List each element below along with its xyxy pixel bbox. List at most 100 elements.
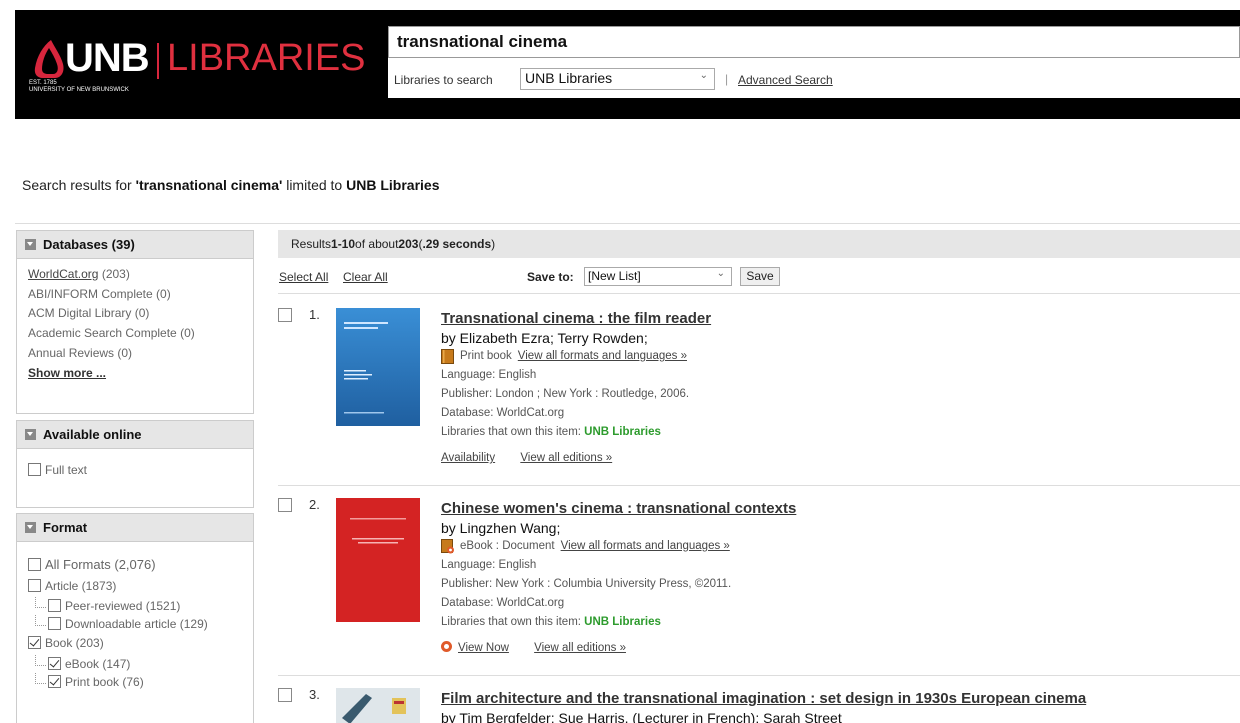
summary-query: 'transnational cinema' bbox=[135, 177, 283, 193]
chevron-down-icon: ⌄ bbox=[716, 268, 725, 279]
book-cover-image[interactable] bbox=[336, 308, 420, 426]
unb-libraries-logo[interactable]: UNB LIBRARIES EST. 1785 UNIVERSITY OF NE… bbox=[29, 36, 366, 98]
facet-format: Format All Formats (2,076) Article (1873… bbox=[16, 513, 254, 723]
results-count-bar: Results 1-10 of about 203 (.29 seconds) bbox=[278, 230, 1240, 258]
site-header: UNB LIBRARIES EST. 1785 UNIVERSITY OF NE… bbox=[15, 10, 1240, 119]
search-options: Libraries to search UNB Libraries ⌄ | Ad… bbox=[388, 58, 1240, 98]
print-book-icon bbox=[441, 349, 454, 364]
result-title-link[interactable]: Film architecture and the transnational … bbox=[441, 690, 1086, 707]
result-number: 3. bbox=[309, 687, 320, 702]
result-language: Language: English bbox=[441, 559, 537, 571]
collapse-icon bbox=[25, 429, 36, 440]
result-title-link[interactable]: Chinese women's cinema : transnational c… bbox=[441, 500, 796, 517]
save-list-select[interactable]: [New List] ⌄ bbox=[584, 267, 732, 286]
facet-item-annual-reviews[interactable]: Annual Reviews (0) bbox=[28, 344, 253, 364]
results-close: ) bbox=[491, 237, 496, 251]
format-downloadable[interactable]: Downloadable article (129) bbox=[28, 615, 253, 633]
collapse-icon bbox=[25, 522, 36, 533]
facet-available-online-header[interactable]: Available online bbox=[17, 421, 253, 449]
result-format-label: Print book bbox=[460, 350, 512, 362]
holdings-value[interactable]: UNB Libraries bbox=[584, 616, 661, 628]
logo-tagline: EST. 1785 UNIVERSITY OF NEW BRUNSWICK bbox=[29, 80, 129, 94]
holdings-value[interactable]: UNB Libraries bbox=[584, 426, 661, 438]
save-button[interactable]: Save bbox=[740, 267, 780, 286]
format-ebook-checkbox[interactable] bbox=[48, 656, 61, 670]
summary-scope: UNB Libraries bbox=[346, 177, 440, 193]
result-details: Film architecture and the transnational … bbox=[441, 689, 1086, 723]
view-formats-link[interactable]: View all formats and languages » bbox=[561, 537, 730, 556]
advanced-search-link[interactable]: Advanced Search bbox=[738, 73, 833, 87]
format-peer-reviewed[interactable]: Peer-reviewed (1521) bbox=[28, 597, 253, 615]
result-title-link[interactable]: Transnational cinema : the film reader bbox=[441, 310, 711, 327]
format-book[interactable]: Book (203) bbox=[28, 633, 253, 655]
book-cover-image[interactable] bbox=[336, 688, 420, 723]
format-all-checkbox[interactable] bbox=[28, 558, 41, 571]
result-details: Transnational cinema : the film reader b… bbox=[441, 309, 711, 468]
format-peer-reviewed-checkbox[interactable] bbox=[48, 599, 61, 612]
view-editions-link[interactable]: View all editions » bbox=[534, 642, 626, 654]
format-all[interactable]: All Formats (2,076) bbox=[28, 554, 253, 576]
facet-item-acm[interactable]: ACM Digital Library (0) bbox=[28, 304, 253, 324]
format-article[interactable]: Article (1873) bbox=[28, 576, 253, 598]
format-book-checkbox[interactable] bbox=[28, 636, 41, 649]
full-text-checkbox[interactable] bbox=[28, 463, 41, 476]
book-cover-image[interactable] bbox=[336, 498, 420, 622]
result-author: by Tim Bergfelder; Sue Harris, (Lecturer… bbox=[441, 710, 842, 723]
facet-item-label: ABI/INFORM Complete bbox=[28, 286, 153, 301]
clear-all-link[interactable]: Clear All bbox=[343, 270, 388, 284]
facet-item-label: Annual Reviews bbox=[28, 345, 115, 360]
result-author: by Elizabeth Ezra; Terry Rowden; bbox=[441, 330, 648, 346]
availability-link[interactable]: Availability bbox=[441, 452, 495, 464]
result-holdings: Libraries that own this item: UNB Librar… bbox=[441, 423, 711, 442]
libraries-select[interactable]: UNB Libraries ⌄ bbox=[520, 68, 715, 90]
facet-item-count: (0) bbox=[156, 286, 171, 301]
full-text-option[interactable]: Full text bbox=[28, 461, 253, 481]
format-all-label: All Formats bbox=[45, 557, 111, 572]
view-now-link[interactable]: View Now bbox=[458, 642, 509, 654]
facet-format-list: All Formats (2,076) Article (1873) Peer-… bbox=[17, 542, 253, 691]
result-database: Database: WorldCat.org bbox=[441, 407, 565, 419]
result-links: View Now View all editions » bbox=[441, 639, 796, 658]
facet-item-count: (0) bbox=[180, 326, 195, 341]
view-editions-link[interactable]: View all editions » bbox=[520, 452, 612, 464]
facet-databases: Databases (39) WorldCat.org (203) ABI/IN… bbox=[16, 230, 254, 414]
result-item-1: 1. Transnational cinema : the film reade… bbox=[278, 295, 1240, 485]
show-more-link[interactable]: Show more ... bbox=[28, 366, 106, 380]
result-checkbox[interactable] bbox=[278, 498, 292, 512]
result-checkbox[interactable] bbox=[278, 688, 292, 702]
format-ebook-label: eBook (147) bbox=[65, 656, 131, 671]
facet-databases-header[interactable]: Databases (39) bbox=[17, 231, 253, 259]
ebook-icon bbox=[441, 539, 454, 554]
logo-est: EST. 1785 bbox=[29, 80, 57, 86]
format-print-book-checkbox[interactable] bbox=[48, 674, 61, 688]
view-formats-link[interactable]: View all formats and languages » bbox=[518, 347, 687, 366]
format-downloadable-label: Downloadable article (129) bbox=[65, 617, 208, 631]
format-article-checkbox[interactable] bbox=[28, 578, 41, 592]
format-print-book-label: Print book (76) bbox=[65, 674, 144, 689]
facet-item-academic-search[interactable]: Academic Search Complete (0) bbox=[28, 324, 253, 344]
facet-item-label[interactable]: WorldCat.org bbox=[28, 267, 98, 281]
holdings-label: Libraries that own this item: bbox=[441, 426, 585, 438]
result-item-2: 2. Chinese women's cinema : transnationa… bbox=[278, 485, 1240, 675]
search-box[interactable] bbox=[388, 26, 1240, 58]
divider: | bbox=[725, 72, 729, 86]
facet-item-abi-inform[interactable]: ABI/INFORM Complete (0) bbox=[28, 285, 253, 305]
libraries-select-value: UNB Libraries bbox=[525, 70, 613, 86]
facet-item-worldcat[interactable]: WorldCat.org (203) bbox=[28, 265, 253, 285]
result-checkbox[interactable] bbox=[278, 308, 292, 322]
format-downloadable-checkbox[interactable] bbox=[48, 617, 61, 630]
result-item-3: 3. Film architecture and the transnation… bbox=[278, 675, 1240, 723]
facet-available-online-title: Available online bbox=[43, 427, 142, 442]
result-author: by Lingzhen Wang; bbox=[441, 520, 561, 536]
unb-shield-icon bbox=[34, 40, 64, 78]
result-links: Availability View all editions » bbox=[441, 449, 711, 468]
format-ebook[interactable]: eBook (147) bbox=[28, 654, 253, 673]
result-format-label: eBook : Document bbox=[460, 540, 555, 552]
format-article-label: Article (1873) bbox=[45, 578, 117, 593]
format-print-book[interactable]: Print book (76) bbox=[28, 672, 253, 691]
results-prefix: Results bbox=[291, 237, 332, 251]
summary-middle: limited to bbox=[282, 177, 347, 193]
search-input[interactable] bbox=[389, 27, 1239, 57]
select-all-link[interactable]: Select All bbox=[279, 270, 328, 284]
facet-format-header[interactable]: Format bbox=[17, 514, 253, 542]
